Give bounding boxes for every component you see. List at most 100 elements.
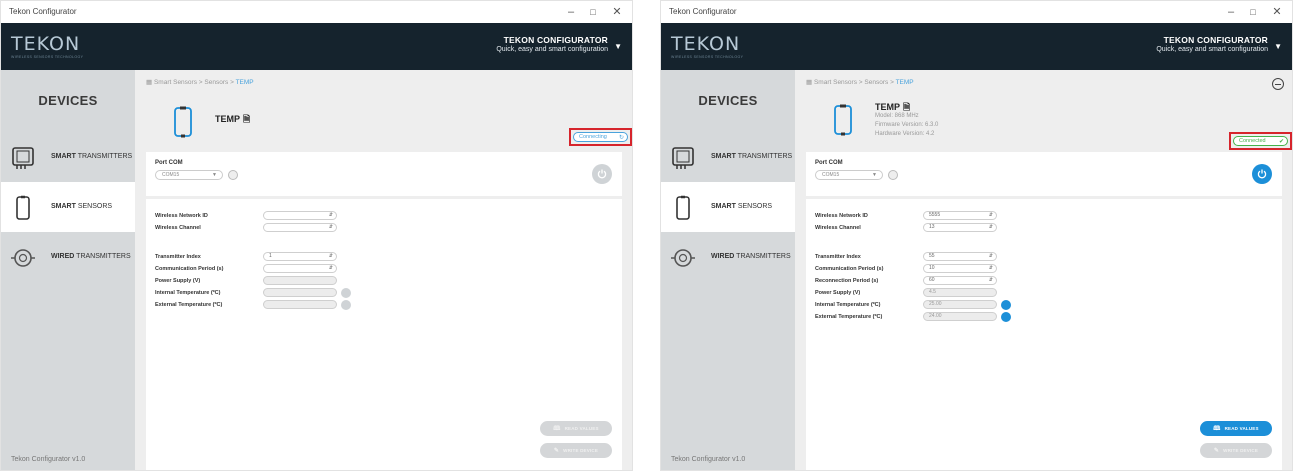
header-title: TEKON CONFIGURATOR [1163,35,1268,45]
breadcrumb-sensors[interactable]: Sensors [204,79,228,86]
app-version: Tekon Configurator v1.0 [11,456,86,463]
chevron-down-icon[interactable]: ▼ [614,42,622,51]
devices-sidebar: DEVICES SMART TRANSMITTERS SMART SENSORS [661,70,795,470]
breadcrumb-separator: > [858,79,863,86]
spinner-arrows-icon[interactable]: ⇵ [989,265,993,272]
breadcrumb-sensors[interactable]: Sensors [864,79,888,86]
sidebar-item-wired-transmitters[interactable]: WIRED TRANSMITTERS [1,232,135,282]
spinner-arrows-icon[interactable]: ⇵ [989,253,993,260]
wireless-network-id-label: Wireless Network ID [155,213,208,219]
reconnection-period-field[interactable]: 60 ⇵ [923,276,997,285]
reconnection-period-label: Reconnection Period (s) [815,278,879,284]
sidebar-title: DEVICES [698,93,758,108]
write-device-button[interactable]: ✎ WRITE DEVICE [540,443,612,458]
document-icon: 🗎 [243,114,251,124]
window-titlebar: Tekon Configurator – □ ✕ [661,1,1292,23]
breadcrumb-separator: > [890,79,894,86]
external-temperature-field [263,300,337,309]
sidebar-item-label: SMART TRANSMITTERS [711,153,793,160]
port-label: Port COM [815,160,843,166]
maximize-icon[interactable]: □ [582,4,604,20]
app-window-connected: Tekon Configurator – □ ✕ TEKON WIRELESS … [660,0,1293,471]
minimize-icon[interactable]: – [560,4,582,20]
wireless-channel-field[interactable]: 13 ⇵ [923,223,997,232]
port-select[interactable]: COM15 ▼ [815,170,883,180]
breadcrumb: ▦ Smart Sensors > Sensors > TEMP [806,78,914,86]
read-external-temperature-icon[interactable] [341,300,351,310]
wireless-network-id-field[interactable]: ⇵ [263,211,337,220]
logo-tagline: WIRELESS SENSORS TECHNOLOGY [671,55,744,59]
sidebar-item-smart-transmitters[interactable]: SMART TRANSMITTERS [661,132,795,182]
power-icon [1257,169,1267,179]
home-icon: ▦ [146,79,153,86]
sidebar-item-label: SMART SENSORS [711,203,773,210]
parameters-panel: Wireless Network ID 5555 ⇵ Wireless Chann… [806,199,1282,470]
tekon-logo: TEKON WIRELESS SENSORS TECHNOLOGY [11,33,83,60]
breadcrumb-smart-sensors[interactable]: Smart Sensors [154,79,197,86]
refresh-ports-icon[interactable] [228,170,238,180]
refresh-ports-icon[interactable] [888,170,898,180]
close-icon[interactable]: ✕ [1266,4,1288,20]
read-internal-temperature-icon[interactable] [1001,300,1011,310]
sensor-device-icon [174,106,192,138]
pencil-icon: ✎ [1213,448,1220,454]
maximize-icon[interactable]: □ [1242,4,1264,20]
minimize-icon[interactable]: – [1220,4,1242,20]
connect-power-button[interactable] [592,164,612,184]
spinner-arrows-icon[interactable]: ⇵ [329,212,333,219]
sensor-icon [16,195,30,220]
app-header: TEKON WIRELESS SENSORS TECHNOLOGY TEKON … [1,23,632,70]
status-label: Connected [1239,138,1266,144]
breadcrumb-separator: > [230,79,234,86]
sidebar-item-label: WIRED TRANSMITTERS [51,253,131,260]
sidebar-item-smart-transmitters[interactable]: SMART TRANSMITTERS [1,132,135,182]
transmitter-index-field[interactable]: 1 ⇵ [263,252,337,261]
logo-word: TEKON [11,33,81,55]
hardware-version: Hardware Version: 4.2 [875,131,935,137]
transmitter-icon [672,147,694,169]
sidebar-item-smart-sensors[interactable]: SMART SENSORS [1,182,135,232]
breadcrumb-smart-sensors[interactable]: Smart Sensors [814,79,857,86]
status-highlight: Connected ✔ [1229,132,1292,150]
port-select[interactable]: COM15 ▼ [155,170,223,180]
wireless-channel-label: Wireless Channel [815,225,861,231]
connect-power-button[interactable] [1252,164,1272,184]
spinner-arrows-icon[interactable]: ⇵ [329,224,333,231]
window-title: Tekon Configurator [669,7,737,16]
sidebar-title: DEVICES [38,93,98,108]
app-header: TEKON WIRELESS SENSORS TECHNOLOGY TEKON … [661,23,1292,70]
transmitter-index-field[interactable]: 55 ⇵ [923,252,997,261]
spinner-arrows-icon[interactable]: ⇵ [989,224,993,231]
wired-transmitter-icon [671,249,695,267]
book-icon: 🕮 [1213,426,1221,432]
tekon-logo: TEKON WIRELESS SENSORS TECHNOLOGY [671,35,744,60]
chevron-down-icon: ▼ [212,172,217,178]
read-values-button[interactable]: 🕮 READ VALUES [540,421,612,436]
write-device-button[interactable]: ✎ WRITE DEVICE [1200,443,1272,458]
collapse-icon[interactable] [1272,78,1284,90]
internal-temperature-field [263,288,337,297]
header-subtitle: Quick, easy and smart configuration [1156,46,1268,53]
app-version: Tekon Configurator v1.0 [671,456,746,463]
read-internal-temperature-icon[interactable] [341,288,351,298]
wireless-network-id-field[interactable]: 5555 ⇵ [923,211,997,220]
wireless-network-id-label: Wireless Network ID [815,213,868,219]
close-icon[interactable]: ✕ [606,4,628,20]
communication-period-field[interactable]: ⇵ [263,264,337,273]
external-temperature-label: External Temperature (ºC) [155,302,223,308]
sidebar-item-smart-sensors[interactable]: SMART SENSORS [661,182,795,232]
spinner-arrows-icon[interactable]: ⇵ [989,212,993,219]
firmware-version: Firmware Version: 6.3.0 [875,122,939,128]
spinner-arrows-icon[interactable]: ⇵ [329,253,333,260]
power-supply-field: 4.5 [923,288,997,297]
app-window-connecting: Tekon Configurator – □ ✕ TEKON WIRELESS … [0,0,633,471]
communication-period-field[interactable]: 10 ⇵ [923,264,997,273]
spinner-arrows-icon[interactable]: ⇵ [989,277,993,284]
spinner-arrows-icon[interactable]: ⇵ [329,265,333,272]
chevron-down-icon[interactable]: ▼ [1274,42,1282,51]
sidebar-item-wired-transmitters[interactable]: WIRED TRANSMITTERS [661,232,795,282]
read-external-temperature-icon[interactable] [1001,312,1011,322]
read-values-button[interactable]: 🕮 READ VALUES [1200,421,1272,436]
wireless-channel-label: Wireless Channel [155,225,201,231]
wireless-channel-field[interactable]: ⇵ [263,223,337,232]
